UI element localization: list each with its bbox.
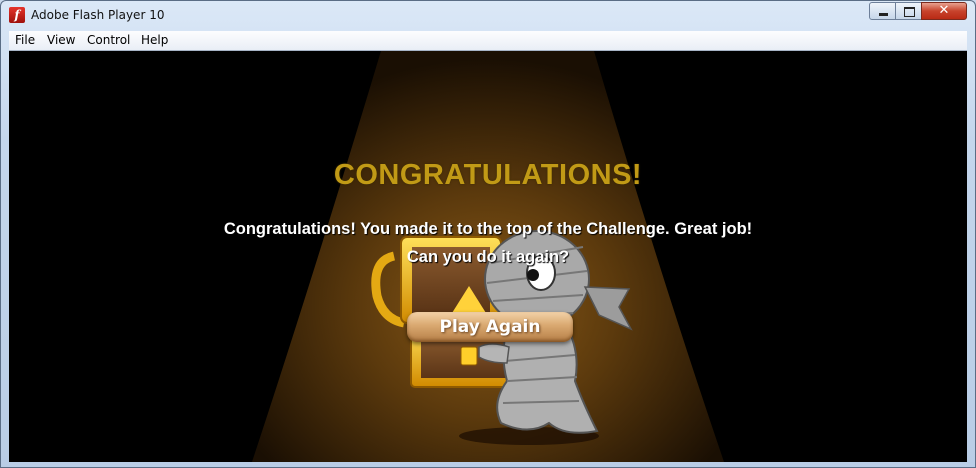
congratulations-heading: CONGRATULATIONS! <box>333 159 643 191</box>
menu-help[interactable]: Help <box>141 33 168 47</box>
retry-prompt: Can you do it again? <box>406 248 570 266</box>
flash-stage[interactable]: CONGRATULATIONS! Congratulations! You ma… <box>9 51 967 462</box>
maximize-button[interactable] <box>895 2 922 20</box>
minimize-icon <box>879 13 888 16</box>
title-bar[interactable]: f Adobe Flash Player 10 ✕ <box>1 1 975 31</box>
flash-player-icon: f <box>9 7 25 23</box>
flash-player-window: f Adobe Flash Player 10 ✕ File View Cont… <box>0 0 976 468</box>
menu-control[interactable]: Control <box>87 33 130 47</box>
close-icon: ✕ <box>938 3 950 18</box>
play-again-button[interactable]: Play Again <box>407 312 573 342</box>
menu-bar: File View Control Help <box>9 31 967 51</box>
minimize-button[interactable] <box>869 2 896 20</box>
menu-file[interactable]: File <box>15 33 35 47</box>
close-button[interactable]: ✕ <box>921 2 967 20</box>
congratulations-message: Congratulations! You made it to the top … <box>223 220 753 238</box>
window-title: Adobe Flash Player 10 <box>31 8 165 22</box>
maximize-icon <box>904 7 915 17</box>
menu-view[interactable]: View <box>47 33 75 47</box>
